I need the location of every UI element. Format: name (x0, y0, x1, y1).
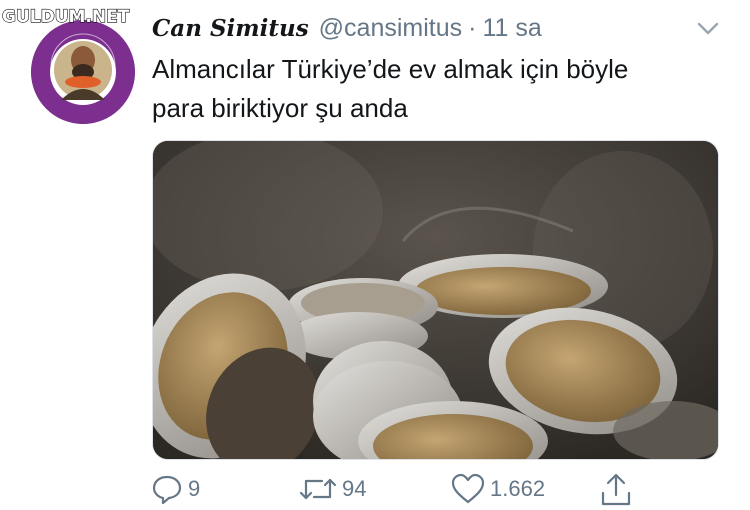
coins-jar-photo (153, 141, 718, 459)
retweet-button[interactable]: 94 (298, 472, 366, 506)
reply-count: 9 (188, 476, 201, 501)
tweet-text-line: para biriktiyor şu anda (152, 93, 408, 123)
tweet-photo[interactable] (152, 140, 719, 460)
avatar[interactable] (31, 20, 135, 124)
tweet-actions: 9 94 1.662 (150, 472, 750, 510)
reply-button[interactable]: 9 (150, 472, 200, 506)
tweet-text: Almancılar Türkiye’de ev almak için böyl… (152, 50, 722, 128)
watermark-logo: GULDUM.NET (1, 6, 130, 27)
retweet-icon (299, 478, 337, 500)
avatar-image (31, 20, 135, 124)
separator-dot: · (468, 13, 477, 42)
display-name[interactable]: Can Simitus (152, 15, 309, 42)
tweet-text-line: Almancılar Türkiye’de ev almak için böyl… (152, 54, 629, 84)
user-handle[interactable]: @cansimitus (319, 14, 462, 43)
like-button[interactable]: 1.662 (450, 472, 545, 506)
retweet-count: 94 (342, 476, 367, 501)
chevron-down-icon[interactable] (694, 14, 722, 42)
timestamp[interactable]: 11 sa (482, 14, 541, 43)
share-button[interactable] (598, 472, 634, 508)
heart-icon (451, 473, 485, 504)
like-count: 1.662 (490, 476, 546, 501)
tweet-header: Can Simitus @cansimitus · 11 sa (152, 12, 542, 44)
reply-icon (152, 475, 182, 505)
share-icon (601, 473, 631, 506)
